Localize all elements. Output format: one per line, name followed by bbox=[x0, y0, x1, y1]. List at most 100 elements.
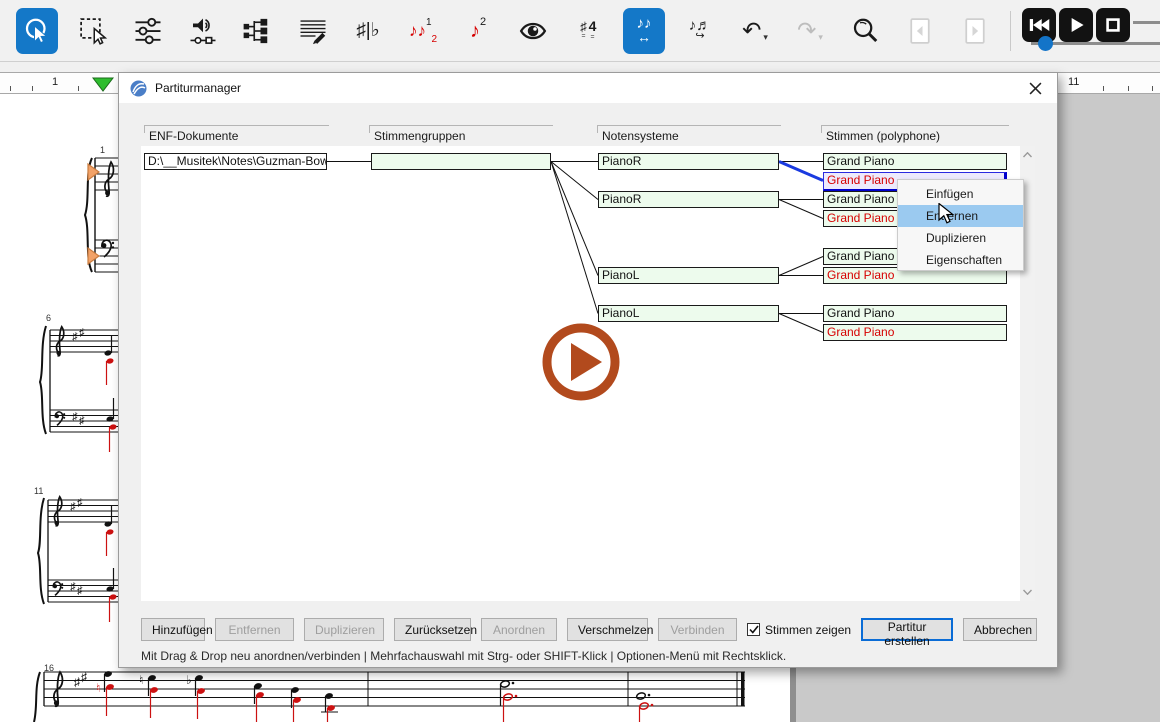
undo-dropdown-icon[interactable]: ▾ bbox=[763, 32, 768, 53]
menu-item-einfuegen[interactable]: Einfügen bbox=[898, 183, 1023, 205]
ruler-tick bbox=[10, 86, 11, 91]
enf-document-box[interactable]: D:\__Musitek\Notes\Guzman-Bow bbox=[144, 153, 327, 170]
partiturmanager-dialog: Partiturmanager ENF-Dokumente Stimmengru… bbox=[118, 72, 1058, 668]
prev-page-icon[interactable] bbox=[900, 9, 940, 53]
svg-text:♯: ♯ bbox=[70, 581, 76, 593]
voice-2-label: 2 bbox=[432, 34, 438, 53]
spacing-arrow-glyph: ↔ bbox=[637, 31, 651, 44]
stimme-box[interactable]: Grand Piano bbox=[823, 324, 1007, 341]
ruler-tick bbox=[78, 86, 79, 91]
notensystem-box[interactable]: PianoR bbox=[598, 191, 779, 208]
voice-1-label: 1 bbox=[426, 9, 432, 28]
next-page-icon[interactable] bbox=[955, 9, 995, 53]
svg-text:11: 11 bbox=[34, 486, 43, 496]
note-spacing-icon[interactable]: ♪♪ ↔ bbox=[623, 8, 665, 54]
notensystem-box[interactable]: PianoL bbox=[598, 267, 779, 284]
transpose-notes-icon[interactable]: ♪♬ ↪ bbox=[680, 9, 720, 53]
redo-icon[interactable]: ↷ ▾ bbox=[790, 9, 830, 53]
scroll-up-icon[interactable] bbox=[1021, 148, 1034, 162]
transpose-arrow-glyph: ↪ bbox=[695, 32, 704, 42]
voices-icon[interactable]: ♪♪ 1 2 bbox=[403, 9, 443, 53]
marquee-select-icon[interactable] bbox=[73, 9, 113, 53]
capella-logo-icon bbox=[130, 80, 147, 97]
note-value-icon[interactable]: ♪ 2 bbox=[458, 9, 498, 53]
svg-text:♯: ♯ bbox=[72, 331, 78, 343]
score-music-bottom: 16 ♯ ♯ ♮ ♮ ♭ bbox=[0, 662, 790, 722]
column-header-notensysteme: Notensysteme bbox=[597, 125, 781, 147]
dialog-button-row: Hinzufügen Entfernen Duplizieren Zurücks… bbox=[141, 618, 1046, 641]
notensystem-box[interactable]: PianoR bbox=[598, 153, 779, 170]
rewind-button[interactable] bbox=[1022, 8, 1056, 42]
play-button[interactable] bbox=[1059, 8, 1093, 42]
selected-connector bbox=[779, 162, 823, 181]
stimme-box[interactable]: Grand Piano bbox=[823, 153, 1007, 170]
checkmark-icon bbox=[749, 625, 759, 634]
svg-text:♯: ♯ bbox=[72, 411, 78, 423]
stop-button[interactable] bbox=[1096, 8, 1130, 42]
ruler-position-marker[interactable] bbox=[92, 77, 116, 93]
sound-playback-icon[interactable] bbox=[183, 9, 223, 53]
svg-text:♭: ♭ bbox=[186, 673, 192, 687]
undo-glyph: ↶ bbox=[742, 19, 761, 42]
abbrechen-button[interactable]: Abbrechen bbox=[963, 618, 1037, 641]
checkbox-label: Stimmen zeigen bbox=[765, 623, 851, 637]
redo-glyph: ↷ bbox=[797, 19, 816, 42]
zoom-tool-icon[interactable] bbox=[845, 9, 885, 53]
menu-item-eigenschaften[interactable]: Eigenschaften bbox=[898, 249, 1023, 271]
dialog-titlebar[interactable]: Partiturmanager bbox=[119, 73, 1057, 103]
menu-item-duplizieren[interactable]: Duplizieren bbox=[898, 227, 1023, 249]
time-lines-glyph: ﹦ bbox=[588, 33, 597, 40]
select-tool-icon[interactable] bbox=[16, 8, 58, 54]
svg-text:♯: ♯ bbox=[79, 415, 85, 427]
verschmelzen-button[interactable]: Verschmelzen bbox=[567, 618, 648, 641]
partitur-erstellen-button[interactable]: Partitur erstellen bbox=[861, 618, 953, 641]
verbinden-button[interactable]: Verbinden bbox=[658, 618, 737, 641]
transport-controls bbox=[1022, 8, 1130, 42]
column-header-stimmengruppen: Stimmengruppen bbox=[369, 125, 553, 147]
toolbar-separator bbox=[1010, 11, 1011, 51]
play-overlay-button[interactable] bbox=[539, 320, 623, 404]
svg-text:♯: ♯ bbox=[74, 675, 80, 689]
svg-text:♯: ♯ bbox=[70, 501, 76, 513]
svg-text:♮: ♮ bbox=[139, 673, 143, 687]
close-icon[interactable] bbox=[1021, 76, 1049, 100]
view-eye-icon[interactable] bbox=[513, 9, 553, 53]
menu-item-entfernen[interactable]: Entfernen bbox=[898, 205, 1023, 227]
checkbox-box[interactable] bbox=[747, 623, 760, 636]
svg-text:♯: ♯ bbox=[79, 327, 85, 339]
ruler-label-left: 1 bbox=[52, 76, 58, 88]
undo-icon[interactable]: ↶ ▾ bbox=[735, 9, 775, 53]
accidentals-glyph: ♯|♭ bbox=[356, 21, 379, 40]
tempo-track[interactable] bbox=[1133, 21, 1160, 24]
column-header-enf: ENF-Dokumente bbox=[144, 125, 329, 147]
svg-text:1: 1 bbox=[100, 145, 105, 155]
lyrics-edit-icon[interactable] bbox=[293, 9, 333, 53]
hinzufuegen-button[interactable]: Hinzufügen bbox=[141, 618, 205, 641]
svg-text:♯: ♯ bbox=[77, 585, 83, 597]
ruler-tick bbox=[32, 86, 33, 91]
anordnen-button[interactable]: Anordnen bbox=[481, 618, 557, 641]
redo-dropdown-icon[interactable]: ▾ bbox=[818, 32, 823, 53]
stimmen-zeigen-checkbox[interactable]: Stimmen zeigen bbox=[747, 623, 851, 637]
note-value-glyph: ♪ bbox=[470, 21, 480, 41]
zuruecksetzen-button[interactable]: Zurücksetzen bbox=[394, 618, 471, 641]
entfernen-button[interactable]: Entfernen bbox=[215, 618, 294, 641]
stimmengruppe-box[interactable] bbox=[371, 153, 551, 170]
score-structure-icon[interactable] bbox=[238, 9, 278, 53]
mixer-icon[interactable] bbox=[128, 9, 168, 53]
key-lines-glyph: ﹦ bbox=[579, 32, 588, 39]
notensystem-box[interactable]: PianoL bbox=[598, 305, 779, 322]
dialog-title: Partiturmanager bbox=[155, 81, 241, 95]
duplizieren-button[interactable]: Duplizieren bbox=[304, 618, 384, 641]
note-value-label: 2 bbox=[480, 9, 486, 28]
position-slider-thumb[interactable] bbox=[1038, 36, 1053, 51]
key-time-signature-icon[interactable]: ♯ ﹦ 4 ﹦ bbox=[568, 9, 608, 53]
column-header-stimmen: Stimmen (polyphone) bbox=[821, 125, 1009, 147]
voices-notes-glyph: ♪♪ bbox=[409, 22, 426, 39]
mouse-cursor bbox=[938, 203, 956, 227]
accidentals-icon[interactable]: ♯|♭ bbox=[348, 9, 388, 53]
ruler-label-right: 11 bbox=[1068, 76, 1079, 88]
scroll-down-icon[interactable] bbox=[1021, 585, 1034, 599]
dialog-status-text: Mit Drag & Drop neu anordnen/verbinden |… bbox=[141, 649, 786, 663]
stimme-box[interactable]: Grand Piano bbox=[823, 305, 1007, 322]
